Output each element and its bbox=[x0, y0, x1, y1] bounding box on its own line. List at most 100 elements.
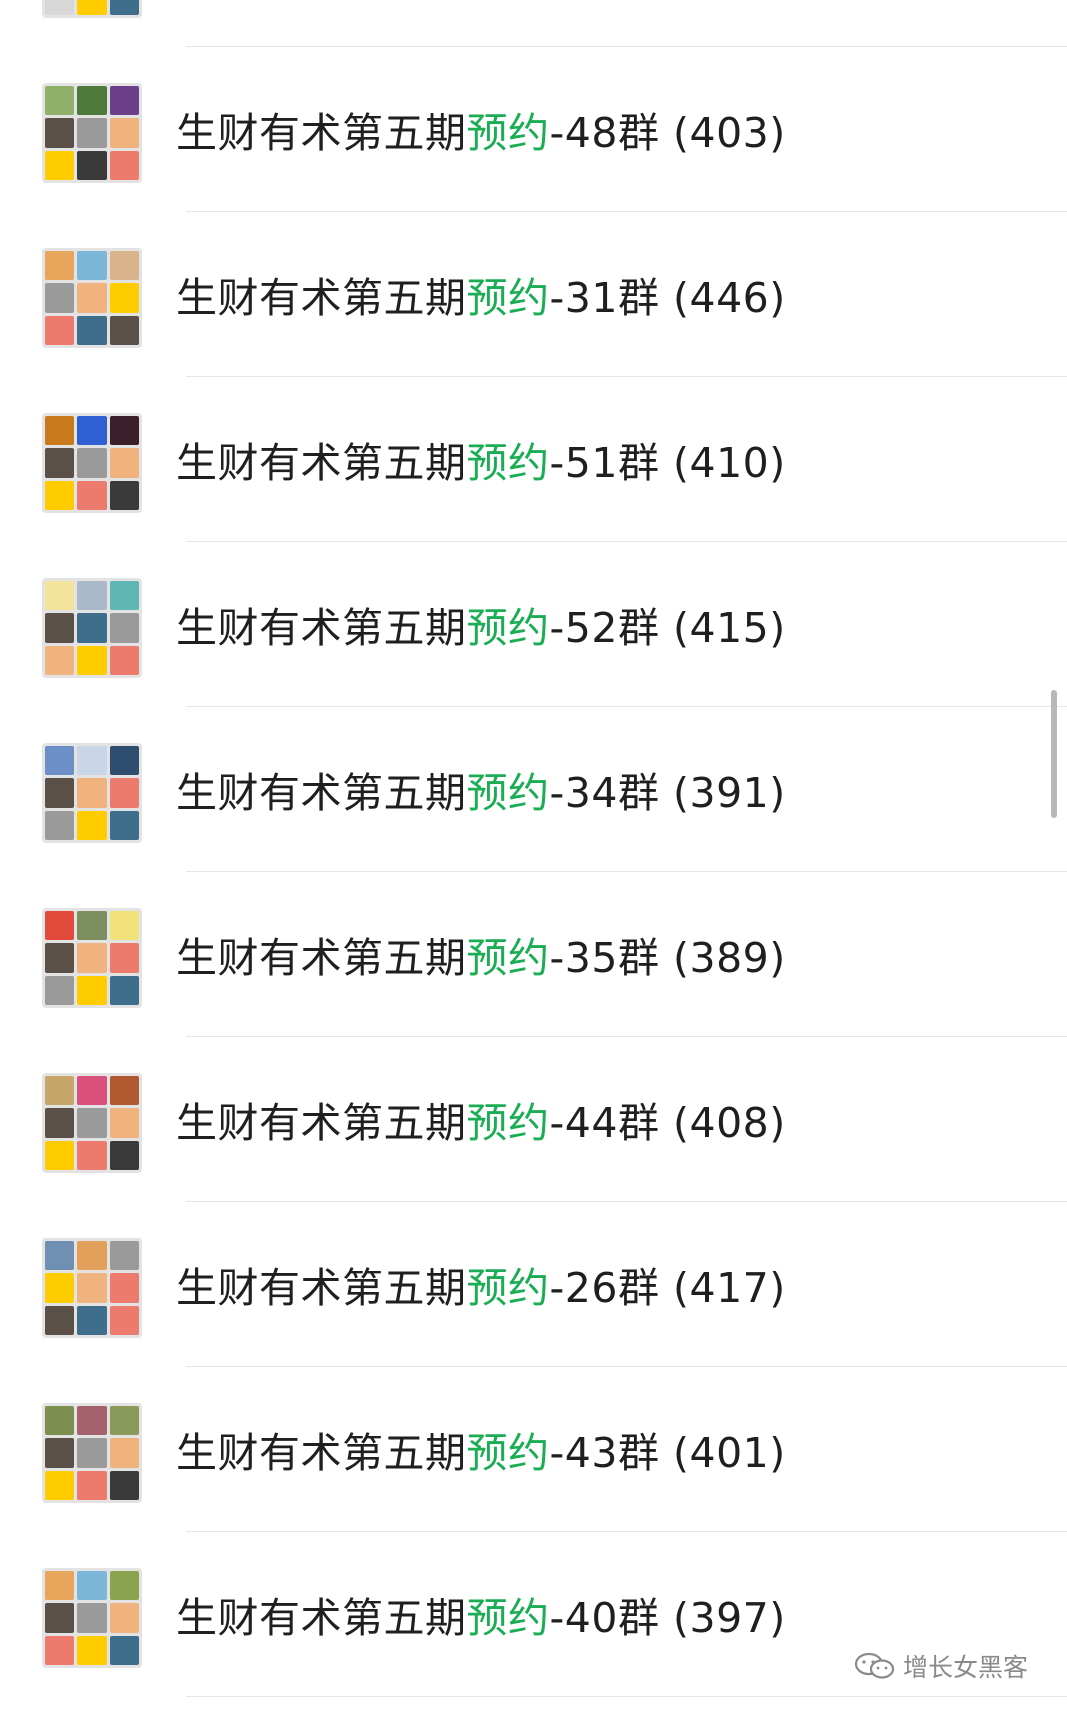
member-avatar-icon bbox=[45, 315, 75, 345]
group-title-suffix: -34群 bbox=[549, 769, 660, 817]
member-avatar-icon bbox=[45, 416, 75, 446]
group-title-accent: 预约 bbox=[466, 109, 550, 157]
group-avatar-icon bbox=[42, 908, 142, 1008]
member-count: (446) bbox=[673, 274, 786, 322]
watermark-text: 增长女黑客 bbox=[903, 1653, 1029, 1682]
member-avatar-icon bbox=[109, 810, 139, 840]
member-avatar-icon bbox=[45, 1470, 75, 1500]
member-avatar-icon bbox=[77, 1571, 107, 1601]
group-title: 生财有术第五期预约-43群 (401) bbox=[176, 1423, 786, 1483]
group-chat-row[interactable]: 生财有术第五期预约-52群 (415) bbox=[0, 542, 1067, 707]
member-avatar-icon bbox=[45, 1140, 75, 1170]
member-avatar-icon bbox=[109, 315, 139, 345]
group-avatar-icon bbox=[42, 413, 142, 513]
member-avatar-icon bbox=[45, 1571, 75, 1601]
member-avatar-icon bbox=[109, 1076, 139, 1106]
group-title-prefix: 生财有术第五期 bbox=[176, 109, 467, 157]
member-avatar-icon bbox=[109, 150, 139, 180]
group-chat-row[interactable]: 生财有术第五期预约-31群 (446) bbox=[0, 212, 1067, 377]
member-avatar-icon bbox=[45, 448, 75, 478]
member-avatar-icon bbox=[77, 810, 107, 840]
member-avatar-icon bbox=[45, 1108, 75, 1138]
member-avatar-icon bbox=[77, 581, 107, 611]
member-avatar-icon bbox=[77, 1470, 107, 1500]
member-avatar-icon bbox=[45, 1635, 75, 1665]
member-avatar-icon bbox=[77, 150, 107, 180]
wechat-official-account-icon bbox=[854, 1652, 895, 1679]
group-title-prefix: 生财有术第五期 bbox=[176, 1099, 467, 1147]
group-avatar-icon bbox=[42, 0, 142, 18]
group-avatar-icon bbox=[42, 1073, 142, 1173]
group-title-prefix: 生财有术第五期 bbox=[176, 1429, 467, 1477]
watermark: 增长女黑客 bbox=[853, 1648, 1028, 1684]
member-avatar-icon bbox=[109, 975, 139, 1005]
member-avatar-icon bbox=[77, 1635, 107, 1665]
group-title: 生财有术第五期预约-48群 (403) bbox=[176, 103, 786, 163]
group-avatar-icon bbox=[42, 248, 142, 348]
group-title: 生财有术第五期预约-31群 (446) bbox=[176, 268, 786, 328]
member-avatar-icon bbox=[45, 645, 75, 675]
group-avatar-icon bbox=[42, 1568, 142, 1668]
member-avatar-icon bbox=[45, 581, 75, 611]
member-avatar-icon bbox=[77, 645, 107, 675]
member-avatar-icon bbox=[109, 911, 139, 941]
member-count: (410) bbox=[673, 439, 786, 487]
member-avatar-icon bbox=[45, 283, 75, 313]
member-avatar-icon bbox=[109, 1241, 139, 1271]
member-count: (415) bbox=[673, 604, 786, 652]
member-avatar-icon bbox=[45, 810, 75, 840]
group-title-suffix: -31群 bbox=[549, 274, 660, 322]
group-chat-row[interactable]: 生财有术第五期预约-35群 (389) bbox=[0, 872, 1067, 1037]
group-title: 生财有术第五期预约-51群 (410) bbox=[176, 433, 786, 493]
group-avatar-icon bbox=[42, 1403, 142, 1503]
group-title-suffix: -26群 bbox=[549, 1264, 660, 1312]
member-avatar-icon bbox=[109, 0, 139, 15]
group-title-accent: 预约 bbox=[466, 1264, 550, 1312]
member-avatar-icon bbox=[109, 746, 139, 776]
group-title-accent: 预约 bbox=[466, 274, 550, 322]
group-title-suffix: -35群 bbox=[549, 934, 660, 982]
member-avatar-icon bbox=[109, 1438, 139, 1468]
group-title: 生财有术第五期预约-52群 (415) bbox=[176, 598, 786, 658]
member-avatar-icon bbox=[77, 283, 107, 313]
member-avatar-icon bbox=[109, 283, 139, 313]
member-avatar-icon bbox=[109, 1305, 139, 1335]
member-count: (397) bbox=[673, 1594, 786, 1642]
group-avatar-icon bbox=[42, 578, 142, 678]
member-avatar-icon bbox=[77, 975, 107, 1005]
member-avatar-icon bbox=[77, 746, 107, 776]
member-avatar-icon bbox=[45, 1076, 75, 1106]
member-avatar-icon bbox=[45, 480, 75, 510]
member-avatar-icon bbox=[45, 778, 75, 808]
member-avatar-icon bbox=[109, 1635, 139, 1665]
member-count: (408) bbox=[673, 1099, 786, 1147]
group-chat-row[interactable]: 生财有术第五期预约-48群 (403) bbox=[0, 47, 1067, 212]
group-title-suffix: -44群 bbox=[549, 1099, 660, 1147]
group-chat-row[interactable]: 生财有术第五期预约-36群 (474) bbox=[0, 0, 1067, 47]
group-chat-row[interactable]: 生财有术第五期预约-51群 (410) bbox=[0, 377, 1067, 542]
group-chat-row[interactable]: 生财有术第五期预约-26群 (417) bbox=[0, 1202, 1067, 1367]
group-title: 生财有术第五期预约-26群 (417) bbox=[176, 1258, 786, 1318]
member-avatar-icon bbox=[45, 118, 75, 148]
member-avatar-icon bbox=[109, 1406, 139, 1436]
group-title-accent: 预约 bbox=[466, 769, 550, 817]
member-avatar-icon bbox=[45, 1438, 75, 1468]
group-title-accent: 预约 bbox=[466, 1594, 550, 1642]
group-title-prefix: 生财有术第五期 bbox=[176, 934, 467, 982]
member-avatar-icon bbox=[109, 448, 139, 478]
group-title-prefix: 生财有术第五期 bbox=[176, 604, 467, 652]
member-avatar-icon bbox=[77, 778, 107, 808]
group-title-accent: 预约 bbox=[466, 934, 550, 982]
member-avatar-icon bbox=[77, 1305, 107, 1335]
group-chat-row[interactable]: 生财有术第五期预约-43群 (401) bbox=[0, 1367, 1067, 1532]
member-avatar-icon bbox=[77, 1241, 107, 1271]
group-chat-row[interactable]: 生财有术第五期预约-44群 (408) bbox=[0, 1037, 1067, 1202]
member-avatar-icon bbox=[77, 480, 107, 510]
group-avatar-icon bbox=[42, 743, 142, 843]
scrollbar[interactable] bbox=[1051, 690, 1057, 818]
member-avatar-icon bbox=[77, 416, 107, 446]
group-title-suffix: -51群 bbox=[549, 439, 660, 487]
group-title: 生财有术第五期预约-34群 (391) bbox=[176, 763, 786, 823]
group-title: 生财有术第五期预约-35群 (389) bbox=[176, 928, 786, 988]
group-chat-row[interactable]: 生财有术第五期预约-34群 (391) bbox=[0, 707, 1067, 872]
